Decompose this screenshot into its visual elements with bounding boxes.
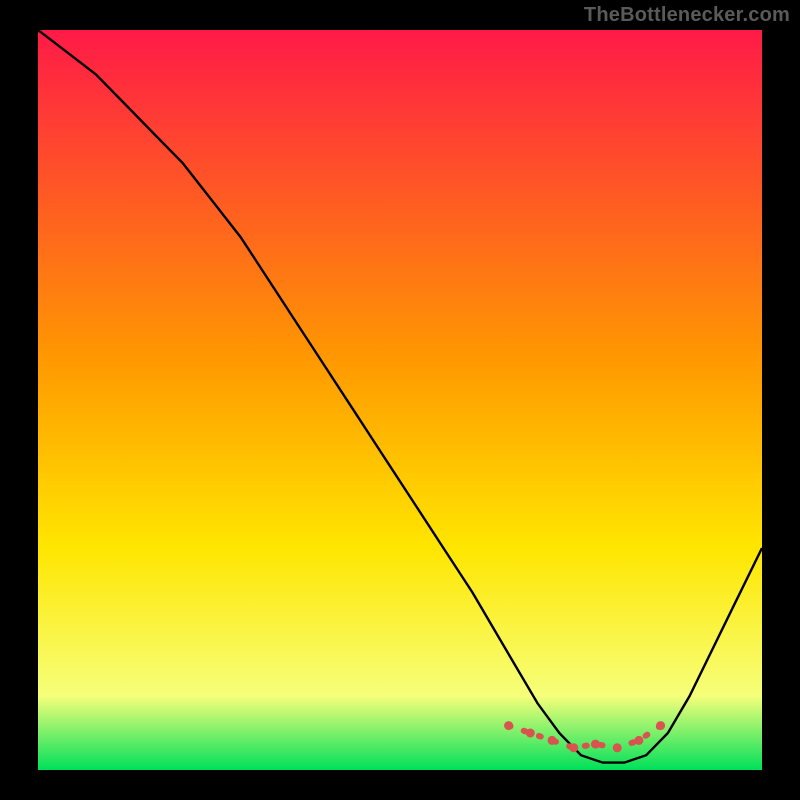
chart-svg [38,30,762,770]
optimal-point [656,721,665,730]
bottleneck-chart [38,30,762,770]
optimal-point [548,736,557,745]
optimal-point [504,721,513,730]
optimal-point [634,736,643,745]
gradient-background [38,30,762,770]
optimal-point [591,740,600,749]
optimal-point [526,729,535,738]
optimal-point [569,743,578,752]
optimal-point [613,743,622,752]
watermark-text: TheBottlenecker.com [584,4,790,27]
